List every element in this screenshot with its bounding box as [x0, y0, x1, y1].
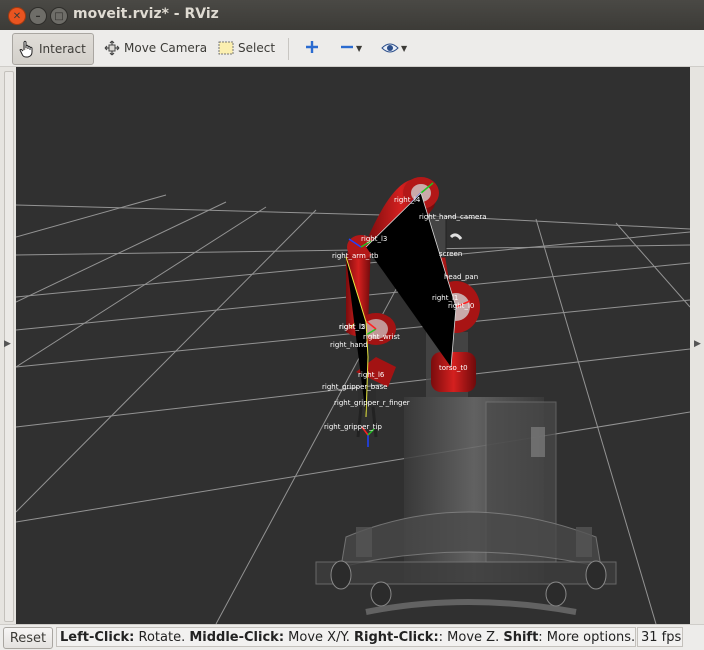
shift-key: Shift [503, 630, 539, 645]
frame-label: head_pan [444, 273, 478, 281]
frame-label: right_hand_camera [419, 213, 486, 221]
expand-right-icon[interactable]: ▶ [694, 339, 701, 349]
chevron-down-icon: ▼ [356, 43, 363, 53]
hand-pointer-icon [19, 40, 35, 58]
frame-label: right_l5 [339, 323, 365, 331]
middle-click-key: Middle-Click: [189, 630, 285, 645]
frame-label: right_l4 [394, 196, 421, 204]
toolbar: Interact Move Camera Select ▼ ▼ [0, 30, 704, 67]
shift-action: : More options. [538, 630, 636, 645]
add-tool-button[interactable] [305, 40, 319, 56]
interact-label: Interact [39, 42, 86, 56]
status-message: Left-Click: Rotate. Middle-Click: Move X… [56, 627, 636, 647]
left-click-action: Rotate. [134, 630, 190, 645]
select-rect-icon [218, 41, 234, 55]
status-bar: Reset Left-Click: Rotate. Middle-Click: … [0, 624, 704, 650]
frame-label: right_arm_itb [332, 252, 379, 260]
frame-label: right_gripper_tip [324, 423, 382, 431]
reset-button[interactable]: Reset [3, 627, 53, 649]
frame-label: right_l0 [448, 302, 474, 310]
title-bar: ✕ – □ moveit.rviz* - RViz [0, 0, 704, 30]
plus-icon [305, 39, 319, 58]
maximize-window-icon[interactable]: □ [50, 7, 68, 25]
minimize-glyph: – [35, 10, 41, 22]
window-title: moveit.rviz* - RViz [73, 6, 219, 22]
remove-tool-button[interactable]: ▼ [340, 40, 362, 56]
frame-label: right_wrist [363, 333, 400, 341]
move-camera-label: Move Camera [124, 41, 208, 55]
render-viewport[interactable]: right_l4 right_l3 right_hand_camera righ… [16, 67, 690, 624]
frame-label: right_l1 [432, 294, 458, 302]
frame-label: right_hand [330, 341, 368, 349]
camera-move-icon [104, 40, 120, 56]
frame-label: right_l3 [361, 235, 387, 243]
fps-counter: 31 fps [637, 627, 683, 647]
frame-label: right_gripper_r_finger [334, 399, 410, 407]
minimize-window-icon[interactable]: – [29, 7, 47, 25]
frame-label: right_gripper_base [322, 383, 387, 391]
left-dock-handle[interactable]: ▶ [0, 67, 16, 624]
interact-tool-button[interactable]: Interact [12, 33, 94, 65]
close-window-icon[interactable]: ✕ [8, 7, 26, 25]
right-click-action: : Move Z. [438, 630, 504, 645]
expand-left-icon[interactable]: ▶ [4, 339, 11, 349]
move-camera-tool-button[interactable]: Move Camera [98, 33, 207, 63]
left-click-key: Left-Click: [60, 630, 135, 645]
right-dock-handle[interactable]: ▶ [690, 67, 704, 624]
maximize-glyph: □ [54, 10, 64, 22]
middle-click-action: Move X/Y. [284, 630, 355, 645]
visibility-tool-button[interactable]: ▼ [381, 40, 407, 56]
toolbar-separator [288, 38, 289, 60]
select-label: Select [238, 41, 276, 55]
scene-canvas[interactable]: right_l4 right_l3 right_hand_camera righ… [16, 67, 690, 624]
chevron-down-icon: ▼ [401, 43, 408, 53]
frame-label: right_l6 [358, 371, 385, 379]
minus-icon [340, 39, 354, 58]
select-tool-button[interactable]: Select [212, 33, 275, 63]
eye-icon [381, 39, 399, 58]
frame-label: torso_t0 [439, 364, 468, 372]
close-glyph: ✕ [12, 10, 22, 22]
right-click-key: Right-Click: [354, 630, 439, 645]
frame-label: screen [439, 250, 462, 258]
